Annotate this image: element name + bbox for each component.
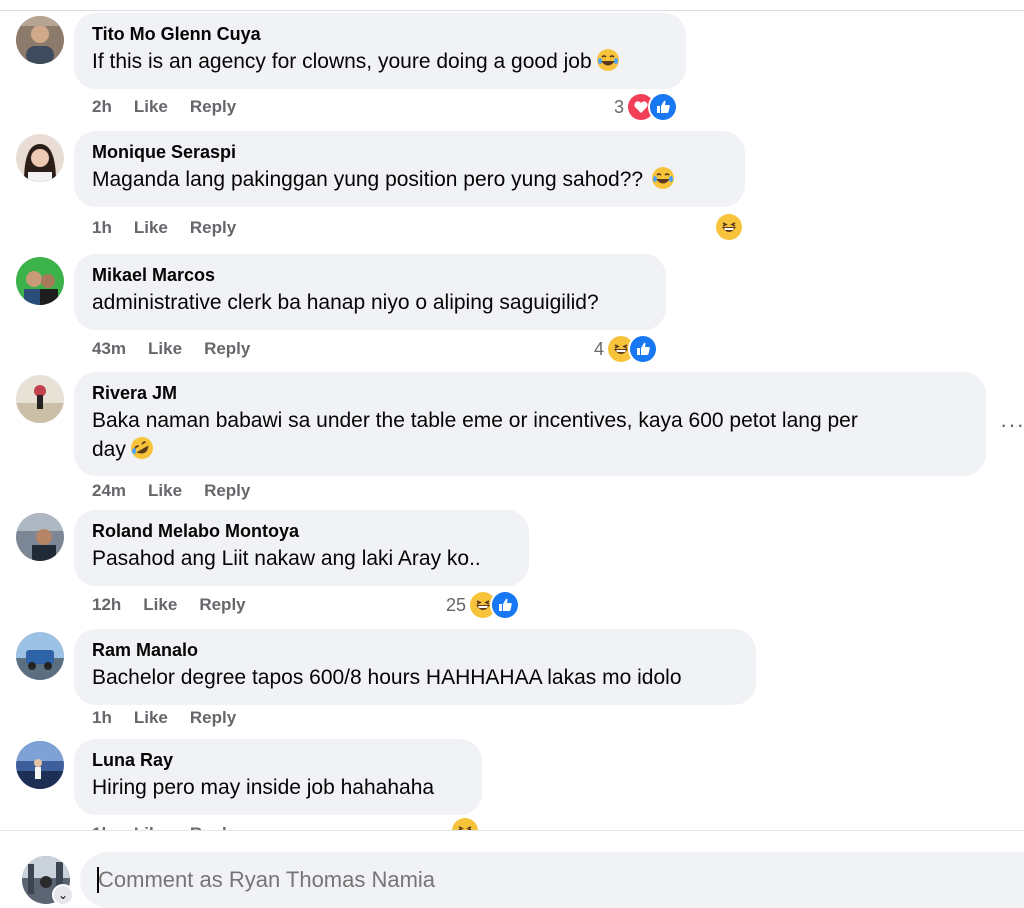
reply-button[interactable]: Reply (190, 218, 236, 238)
like-button[interactable]: Like (148, 481, 182, 501)
comment-time[interactable]: 43m (92, 339, 126, 359)
like-button[interactable]: Like (134, 218, 168, 238)
comment-text: If this is an agency for clowns, youre d… (92, 47, 668, 76)
laugh-tears-icon (651, 166, 675, 190)
reply-button[interactable]: Reply (199, 595, 245, 615)
comment-bubble: Ram Manalo Bachelor degree tapos 600/8 h… (74, 629, 756, 705)
comment-bubble: Rivera JM Baka naman babawi sa under the… (74, 372, 986, 476)
reply-button[interactable]: Reply (190, 708, 236, 728)
like-button[interactable]: Like (148, 339, 182, 359)
comment-author[interactable]: Rivera JM (92, 382, 968, 404)
comment-author[interactable]: Luna Ray (92, 749, 464, 771)
comment-input[interactable] (80, 852, 1024, 908)
like-button[interactable]: Like (143, 595, 177, 615)
avatar[interactable] (16, 375, 64, 423)
comment-bubble: Tito Mo Glenn Cuya If this is an agency … (74, 13, 686, 89)
reply-button[interactable]: Reply (204, 481, 250, 501)
comment-text: administrative clerk ba hanap niyo o ali… (92, 291, 599, 314)
reply-button[interactable]: Reply (190, 97, 236, 117)
comment-bubble: Mikael Marcos administrative clerk ba ha… (74, 254, 666, 330)
reaction-count: 3 (614, 96, 625, 117)
haha-icon (714, 212, 744, 242)
comment-author[interactable]: Ram Manalo (92, 639, 738, 661)
like-icon (628, 334, 659, 364)
comment-text: Maganda lang pakinggan yung position per… (92, 165, 727, 194)
reaction-summary[interactable]: 3 (614, 92, 679, 122)
laugh-tears-icon (596, 48, 620, 72)
comment-text: Baka naman babawi sa under the table eme… (92, 406, 968, 464)
avatar[interactable] (16, 134, 64, 182)
avatar[interactable] (16, 513, 64, 561)
chevron-down-icon[interactable]: ⌄ (52, 884, 74, 906)
rofl-icon (130, 436, 154, 460)
comment-author[interactable]: Mikael Marcos (92, 264, 648, 286)
more-options-button[interactable]: ··· (1000, 412, 1024, 438)
comment-bubble: Roland Melabo Montoya Pasahod ang Liit n… (74, 510, 529, 586)
comment-text: Hiring pero may inside job hahahaha (92, 776, 435, 799)
like-icon (648, 92, 679, 122)
comment-meta: 2h Like Reply (92, 95, 236, 119)
comment-meta: 1h Like Reply (92, 216, 236, 240)
reaction-summary[interactable] (714, 212, 744, 242)
comment-meta: 43m Like Reply (92, 337, 250, 361)
like-button[interactable]: Like (134, 97, 168, 117)
comment-meta: 24m Like Reply (92, 479, 250, 503)
reaction-count: 4 (594, 338, 605, 359)
like-icon (490, 590, 521, 620)
comment-time[interactable]: 1h (92, 708, 112, 728)
text-caret (97, 867, 99, 893)
comment-author[interactable]: Tito Mo Glenn Cuya (92, 23, 668, 45)
reaction-summary[interactable]: 4 (594, 334, 659, 364)
comment-time[interactable]: 2h (92, 97, 112, 117)
comment-bubble: Monique Seraspi Maganda lang pakinggan y… (74, 131, 745, 207)
avatar[interactable] (16, 257, 64, 305)
comment-text: Bachelor degree tapos 600/8 hours HAHHAH… (92, 666, 682, 689)
avatar[interactable] (16, 16, 64, 64)
avatar[interactable] (16, 741, 64, 789)
comment-author[interactable]: Monique Seraspi (92, 141, 727, 163)
like-button[interactable]: Like (134, 708, 168, 728)
comment-meta: 12h Like Reply (92, 593, 246, 617)
comment-bubble: Luna Ray Hiring pero may inside job haha… (74, 739, 482, 815)
reaction-count: 25 (446, 594, 467, 615)
comment-author[interactable]: Roland Melabo Montoya (92, 520, 511, 542)
comment-text: Pasahod ang Liit nakaw ang laki Aray ko.… (92, 547, 481, 570)
comment-time[interactable]: 1h (92, 218, 112, 238)
top-divider (0, 0, 1024, 11)
reaction-summary[interactable]: 25 (446, 590, 521, 620)
avatar[interactable] (16, 632, 64, 680)
comment-time[interactable]: 12h (92, 595, 121, 615)
comment-time[interactable]: 24m (92, 481, 126, 501)
reply-button[interactable]: Reply (204, 339, 250, 359)
comment-meta: 1h Like Reply (92, 706, 236, 730)
